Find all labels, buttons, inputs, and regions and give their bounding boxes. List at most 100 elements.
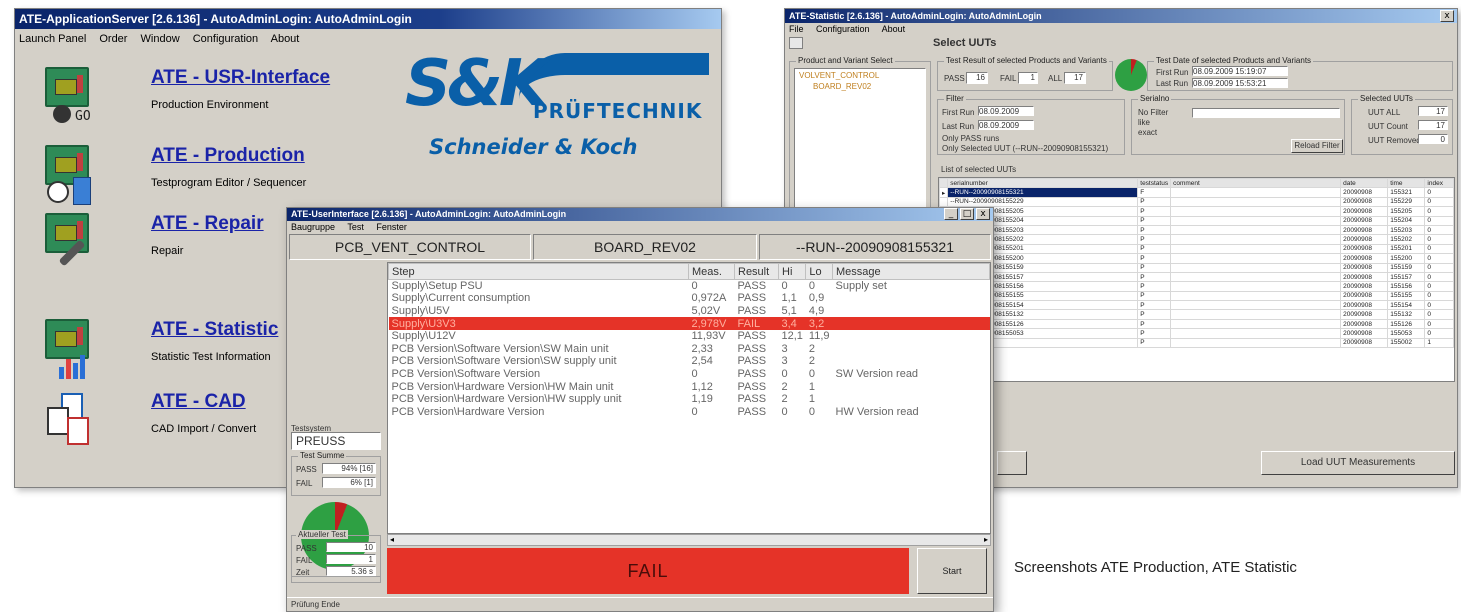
menu-window[interactable]: Window — [141, 33, 180, 45]
launch-item-usr-interface[interactable]: GO ATE - USR-Interface Production Enviro… — [39, 63, 459, 129]
launch-link-statistic[interactable]: ATE - Statistic — [151, 319, 278, 341]
step-cell-meas: 0 — [691, 367, 698, 380]
menu-about[interactable]: About — [882, 24, 906, 34]
minimize-icon[interactable]: _ — [944, 208, 958, 220]
col-result[interactable]: Result — [734, 263, 779, 280]
status-text: Prüfung Ende — [291, 600, 340, 609]
uut-table-row[interactable]: --P200909081550021 — [939, 337, 1454, 349]
uut-table-row[interactable]: --RUN--20090908155126P200909081551260 — [939, 318, 1454, 330]
test-step-row[interactable]: PCB Version\Hardware Version 0 PASS 0 0 HW Ve… — [389, 405, 990, 418]
uut-table-row[interactable]: --RUN--20090908155229 P 20090908 155229 0 — [939, 196, 1454, 208]
uut-table[interactable]: serialnumber teststatus comment date tim… — [938, 177, 1455, 382]
uut-table-row[interactable]: --RUN--20090908155155P200909081551550 — [939, 290, 1454, 302]
uut-table-row[interactable]: --RUN--20090908155159P200909081551590 — [939, 262, 1454, 273]
usr-interface-icon[interactable]: GO — [39, 63, 105, 129]
last-run-date-input[interactable]: 08.09.2009 — [978, 120, 1034, 130]
uut-table-row[interactable]: --RUN--20090908155203P200909081552030 — [939, 224, 1454, 236]
scroll-right-icon[interactable]: ▸ — [984, 535, 988, 545]
uut-cell-date: 20090908 — [1340, 215, 1389, 226]
first-run-date-input[interactable]: 08.09.2009 — [978, 106, 1034, 116]
launch-item-production[interactable]: ATE - Production Testprogram Editor / Se… — [39, 141, 459, 207]
menu-configuration[interactable]: Configuration — [816, 24, 870, 34]
uut-table-row[interactable]: --RUN--20090908155053P200909081550530 — [939, 328, 1454, 339]
close-icon[interactable]: x — [1440, 10, 1454, 22]
test-steps-table[interactable]: Step Meas. Result Hi Lo Message Supply\S… — [387, 262, 991, 534]
col-step[interactable]: Step — [388, 263, 689, 280]
serial-no-filter-radio[interactable]: No Filter — [1138, 108, 1168, 117]
statistic-icon[interactable] — [39, 315, 105, 381]
test-step-row[interactable]: Supply\Setup PSU 0 PASS 0 0 Supply set — [389, 280, 990, 293]
col-serialnumber[interactable]: serialnumber — [947, 178, 1139, 189]
col-comment[interactable]: comment — [1170, 178, 1342, 189]
step-cell-result: PASS — [737, 393, 767, 406]
only-pass-checkbox[interactable]: Only PASS runs — [942, 134, 999, 143]
scroll-left-icon[interactable]: ◂ — [390, 535, 394, 545]
col-hi[interactable]: Hi — [777, 263, 807, 280]
menu-baugruppe[interactable]: Baugruppe — [291, 222, 335, 232]
prev-button[interactable] — [997, 451, 1027, 475]
only-selected-checkbox[interactable]: Only Selected UUT (--RUN--20090908155321… — [942, 144, 1108, 153]
menu-order[interactable]: Order — [99, 33, 127, 45]
uut-table-row[interactable]: --RUN--20090908155204P200909081552040 — [939, 215, 1454, 226]
uut-table-row[interactable]: --RUN--20090908155154P200909081551540 — [939, 300, 1454, 311]
uut-table-row[interactable]: ▸ --RUN--20090908155321 F 20090908 155321 0 — [939, 187, 1454, 198]
close-icon[interactable]: x — [976, 208, 990, 220]
uut-table-row[interactable]: --RUN--20090908155205P200909081552050 — [939, 206, 1454, 217]
uut-table-row[interactable]: --RUN--20090908155156P200909081551560 — [939, 281, 1454, 292]
uut-table-row[interactable]: --RUN--20090908155201P200909081552010 — [939, 243, 1454, 255]
uut-cell-time: 155203 — [1387, 224, 1426, 236]
step-cell-hi: 5,1 — [781, 304, 797, 317]
uut-cell-date: 20090908 — [1340, 206, 1389, 217]
start-button[interactable]: Start — [917, 548, 987, 594]
uut-cell-date: 20090908 — [1340, 262, 1389, 273]
test-step-row[interactable]: Supply\U12V 11,93V PASS 12,1 11,9 — [389, 330, 990, 343]
ui-window-buttons: _ □ x — [944, 208, 990, 220]
menu-test[interactable]: Test — [347, 222, 364, 232]
toolbar-icon[interactable] — [789, 37, 803, 49]
col-date[interactable]: date — [1340, 178, 1389, 189]
uut-table-row[interactable]: --RUN--20090908155157P200909081551570 — [939, 271, 1454, 283]
test-step-row[interactable]: PCB Version\Software Version\SW Main uni… — [389, 342, 990, 355]
repair-icon[interactable] — [39, 209, 105, 275]
launch-link-usr-interface[interactable]: ATE - USR-Interface — [151, 67, 330, 89]
col-teststatus[interactable]: teststatus — [1137, 178, 1172, 189]
menu-about[interactable]: About — [271, 33, 300, 45]
cad-icon[interactable] — [39, 387, 105, 453]
col-message[interactable]: Message — [832, 263, 990, 280]
testsystem-value: PREUSS — [291, 432, 381, 450]
uut-cell-index: 0 — [1424, 253, 1454, 264]
uut-cell-comment — [1170, 281, 1342, 292]
col-lo[interactable]: Lo — [805, 263, 834, 280]
menu-fenster[interactable]: Fenster — [376, 222, 407, 232]
statistic-window-buttons: x — [1440, 10, 1454, 22]
launch-link-repair[interactable]: ATE - Repair — [151, 213, 264, 235]
test-step-row[interactable]: PCB Version\Hardware Version\HW Main uni… — [389, 380, 990, 393]
menu-launch-panel[interactable]: Launch Panel — [19, 33, 86, 45]
serial-exact-radio[interactable]: exact — [1138, 128, 1157, 137]
menu-file[interactable]: File — [789, 24, 804, 34]
test-step-row[interactable]: Supply\U5V 5,02V PASS 5,1 4,9 — [389, 305, 990, 318]
launch-link-production[interactable]: ATE - Production — [151, 145, 305, 167]
serial-like-radio[interactable]: like — [1138, 118, 1150, 127]
production-icon[interactable] — [39, 141, 105, 207]
test-step-row[interactable]: PCB Version\Software Version 0 PASS 0 0 SW Ve… — [389, 368, 990, 381]
maximize-icon[interactable]: □ — [960, 208, 974, 220]
uut-table-row[interactable]: --RUN--20090908155132P200909081551320 — [939, 309, 1454, 320]
uut-table-row[interactable]: --RUN--20090908155200P200909081552000 — [939, 253, 1454, 264]
test-step-row[interactable]: Supply\Current consumption 0,972A PASS 1,1 0… — [389, 292, 990, 305]
launch-link-cad[interactable]: ATE - CAD — [151, 391, 246, 413]
menu-configuration[interactable]: Configuration — [193, 33, 258, 45]
tree-node-variant[interactable]: BOARD_REV02 — [795, 82, 925, 91]
test-step-row[interactable]: PCB Version\Hardware Version\HW supply u… — [389, 393, 990, 406]
test-step-row[interactable]: PCB Version\Software Version\SW supply u… — [389, 355, 990, 368]
col-time[interactable]: time — [1387, 178, 1426, 189]
test-step-row[interactable]: Supply\U3V3 2,978V FAIL 3,4 3,2 — [388, 317, 990, 330]
col-index[interactable]: index — [1424, 178, 1454, 189]
load-uut-measurements-button[interactable]: Load UUT Measurements — [1261, 451, 1455, 475]
uut-table-row[interactable]: --RUN--20090908155202P200909081552020 — [939, 234, 1454, 245]
tree-node-product[interactable]: VOLVENT_CONTROL — [795, 69, 925, 82]
serial-input[interactable] — [1192, 108, 1340, 118]
reload-filter-button[interactable]: Reload Filter — [1291, 139, 1343, 153]
horizontal-scrollbar[interactable]: ◂ ▸ — [387, 534, 991, 546]
col-meas[interactable]: Meas. — [688, 263, 735, 280]
